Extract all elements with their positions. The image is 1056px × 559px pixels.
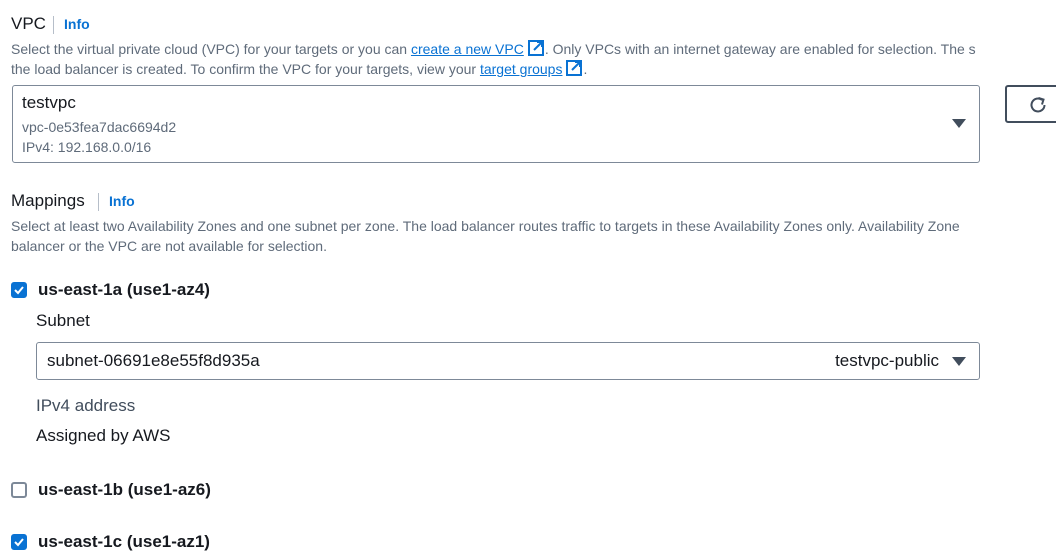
subnet-label: Subnet (36, 311, 90, 330)
external-link-icon (527, 40, 544, 56)
vpc-description-line1: Select the virtual private cloud (VPC) f… (11, 39, 976, 59)
az-label-us-east-1c[interactable]: us-east-1c (use1-az1) (38, 532, 210, 552)
create-vpc-link[interactable]: create a new VPC (411, 40, 545, 57)
subnet-id: subnet-06691e8e55f8d935a (47, 351, 260, 370)
vpc-desc-text3: the load balancer is created. To confirm… (11, 61, 477, 77)
subnet-name: testvpc-public (835, 351, 939, 370)
caret-down-icon (952, 119, 966, 128)
az-checkbox-us-east-1a[interactable] (11, 282, 27, 298)
ipv4-address-label: IPv4 address (36, 396, 136, 415)
checkmark-icon (14, 538, 24, 547)
checkmark-icon (14, 286, 24, 295)
vpc-description-line2: the load balancer is created. To confirm… (11, 59, 587, 79)
vpc-info-link[interactable]: Info (64, 16, 90, 32)
create-vpc-link-text[interactable]: create a new VPC (411, 41, 524, 57)
subnet-select[interactable]: subnet-06691e8e55f8d935a testvpc-public (36, 342, 980, 380)
mappings-description-line1: Select at least two Availability Zones a… (11, 218, 960, 234)
external-link-icon (566, 60, 583, 76)
az-checkbox-us-east-1b[interactable] (11, 482, 27, 498)
mappings-title-divider (98, 193, 99, 211)
vpc-desc-text2: . Only VPCs with an internet gateway are… (544, 41, 976, 57)
az-label-us-east-1b[interactable]: us-east-1b (use1-az6) (38, 480, 211, 500)
az-label-us-east-1a[interactable]: us-east-1a (use1-az4) (38, 280, 210, 300)
vpc-select-id: vpc-0e53fea7dac6694d2 (22, 119, 177, 135)
az-checkbox-us-east-1c[interactable] (11, 534, 27, 550)
mappings-title: Mappings (11, 191, 85, 210)
vpc-desc-text1: Select the virtual private cloud (VPC) f… (11, 41, 408, 57)
target-groups-link[interactable]: target groups (480, 60, 584, 77)
ipv4-address-value: Assigned by AWS (36, 426, 171, 445)
vpc-title: VPC (11, 14, 46, 33)
vpc-title-divider (53, 16, 54, 34)
refresh-button[interactable] (1005, 85, 1056, 123)
vpc-desc-period: . (583, 61, 588, 77)
mappings-info-link[interactable]: Info (109, 193, 135, 209)
refresh-icon (1030, 97, 1046, 113)
target-groups-link-text[interactable]: target groups (480, 61, 563, 77)
vpc-select-cidr: IPv4: 192.168.0.0/16 (22, 139, 152, 155)
caret-down-icon (952, 357, 966, 366)
vpc-select[interactable]: testvpc vpc-0e53fea7dac6694d2 IPv4: 192.… (12, 85, 980, 163)
vpc-select-name: testvpc (22, 93, 76, 112)
mappings-description-line2: balancer or the VPC are not available fo… (11, 238, 327, 254)
